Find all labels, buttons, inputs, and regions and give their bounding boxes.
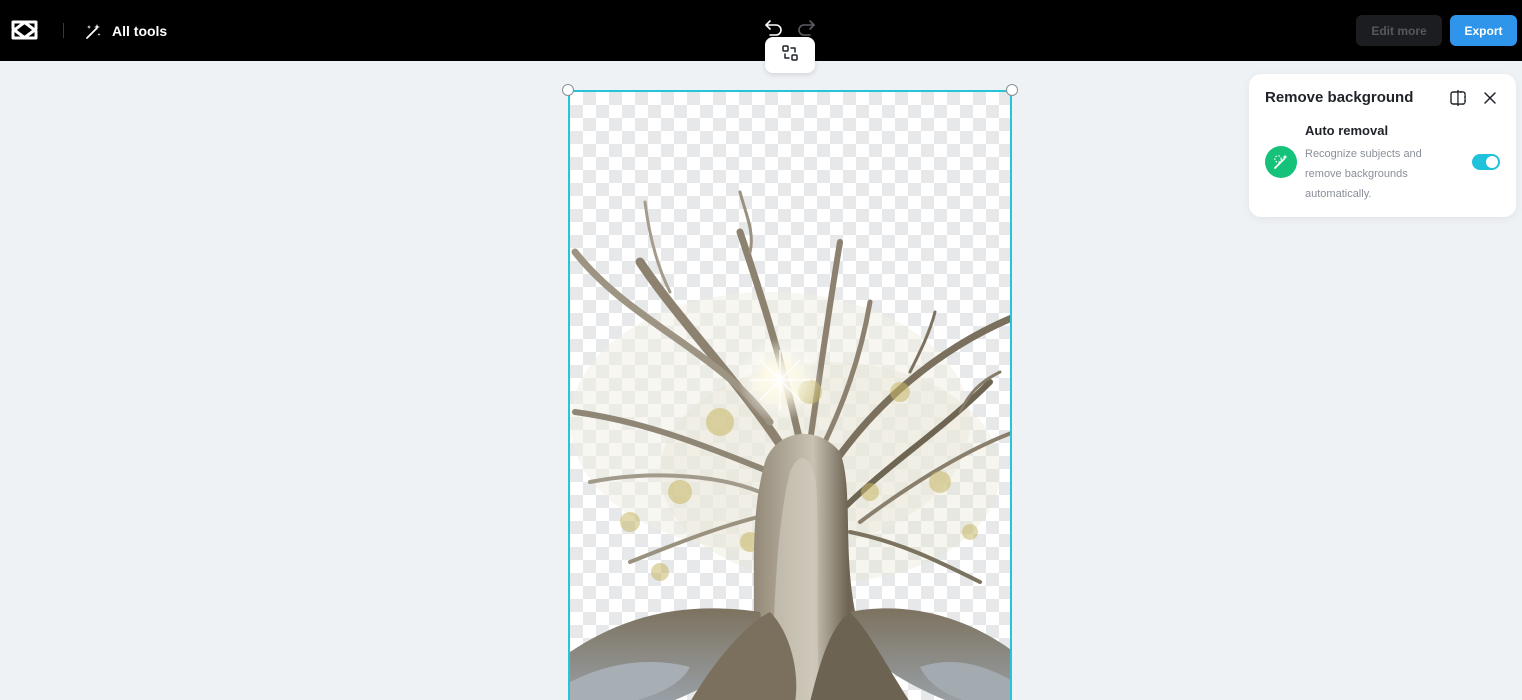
auto-removal-description: Recognize subjects and remove background… xyxy=(1305,148,1422,200)
remove-background-panel: Remove background Auto removal Recognize… xyxy=(1249,74,1516,217)
panel-title: Remove background xyxy=(1265,89,1414,106)
undo-icon[interactable] xyxy=(763,17,785,39)
auto-removal-title: Auto removal xyxy=(1305,123,1389,138)
edit-more-button[interactable]: Edit more xyxy=(1356,15,1442,46)
all-tools-label: All tools xyxy=(112,23,168,39)
export-button[interactable]: Export xyxy=(1450,15,1517,46)
resize-handle-top-right[interactable] xyxy=(1006,84,1018,96)
top-bar: All tools Edit more Export xyxy=(0,0,1522,61)
all-tools-button[interactable]: All tools xyxy=(84,19,167,43)
replace-swap-icon xyxy=(781,44,799,67)
magic-wand-icon xyxy=(84,22,103,41)
replace-image-button[interactable] xyxy=(765,37,815,73)
close-icon[interactable] xyxy=(1480,88,1500,108)
auto-removal-icon xyxy=(1265,146,1297,178)
tree-image xyxy=(570,190,1010,700)
auto-removal-toggle[interactable] xyxy=(1472,154,1500,170)
compare-icon[interactable] xyxy=(1448,88,1468,108)
redo-icon[interactable] xyxy=(795,17,817,39)
toggle-knob xyxy=(1486,156,1498,168)
resize-handle-top-left[interactable] xyxy=(562,84,574,96)
capcut-logo-icon[interactable] xyxy=(10,18,40,42)
topbar-divider xyxy=(63,23,64,38)
image-canvas[interactable] xyxy=(568,90,1012,700)
